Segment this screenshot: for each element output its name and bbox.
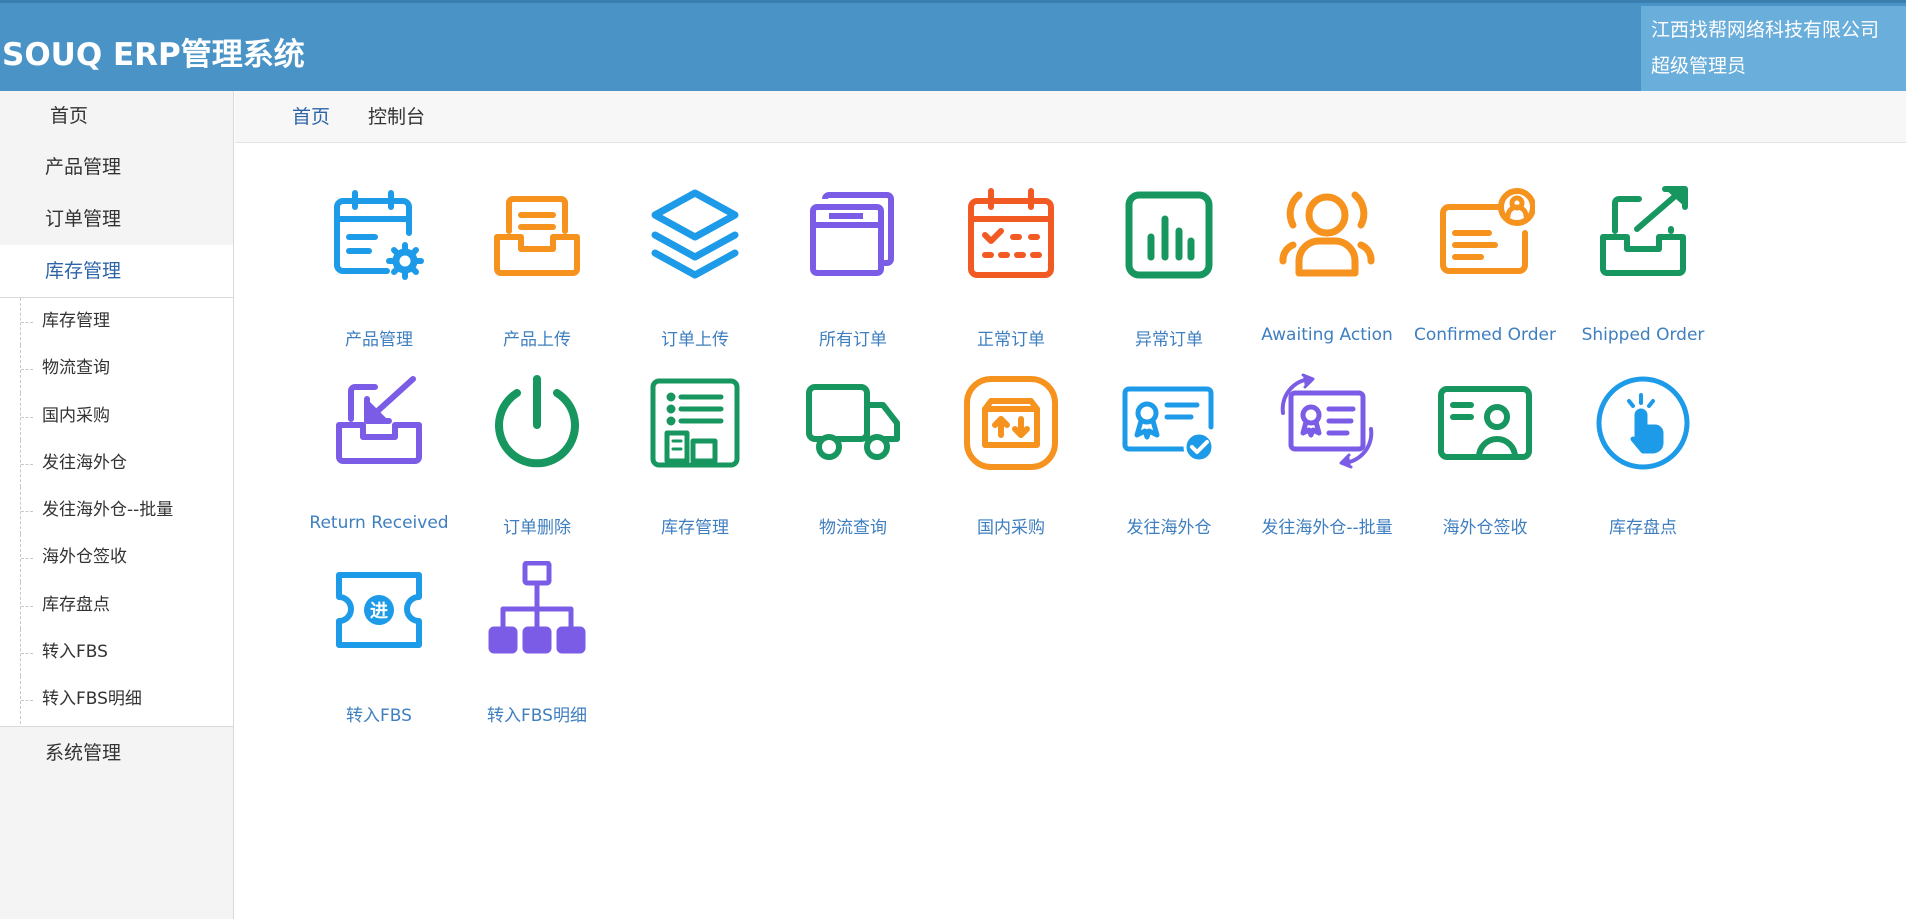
tile-label: Shipped Order [1581, 325, 1705, 345]
inventory-submenu: 库存管理 物流查询 国内采购 发往海外仓 发往海外仓--批量 海外仓签收 库存盘… [0, 297, 233, 727]
submenu-item-domestic-purchase[interactable]: 国内采购 [0, 392, 233, 441]
tile-confirmed-order[interactable]: Confirmed Order [1406, 185, 1564, 345]
tile-label: 转入FBS [346, 706, 412, 726]
tile-label: 发往海外仓 [1126, 518, 1212, 538]
sidebar: 首页 产品管理 订单管理 库存管理 库存管理 物流查询 国内采购 发往海外仓 发… [0, 91, 234, 919]
tile-product-upload[interactable]: 产品上传 [458, 185, 616, 350]
app-title: SOUQ ERP管理系统 [2, 37, 305, 73]
breadcrumb-current: 控制台 [368, 106, 426, 128]
tile-label: Confirmed Order [1414, 325, 1556, 345]
tile-label: 订单删除 [503, 518, 571, 538]
submenu-item-overseas-receipt[interactable]: 海外仓签收 [0, 534, 233, 583]
sidebar-item-orders[interactable]: 订单管理 [0, 193, 233, 245]
tile-order-upload[interactable]: 订单上传 [616, 185, 774, 350]
tile-label: 正常订单 [977, 330, 1045, 350]
tile-shipped-order[interactable]: Shipped Order [1564, 185, 1722, 345]
user-panel[interactable]: 江西找帮网络科技有限公司 超级管理员 [1641, 6, 1906, 94]
box-arrows-icon [964, 376, 1058, 470]
tile-overseas-receipt[interactable]: 海外仓签收 [1406, 373, 1564, 538]
sidebar-item-home[interactable]: 首页 [0, 91, 233, 141]
tile-transfer-fbs[interactable]: 进 转入FBS [300, 561, 458, 726]
tile-ship-overseas[interactable]: 发往海外仓 [1090, 373, 1248, 538]
calendar-check-icon [968, 188, 1054, 278]
outbox-arrow-icon [1600, 186, 1688, 276]
tile-stocktaking[interactable]: 库存盘点 [1564, 373, 1722, 538]
bar-chart-icon [1125, 191, 1213, 279]
user-role: 超级管理员 [1651, 55, 1747, 77]
tile-ship-overseas-batch[interactable]: 发往海外仓--批量 [1248, 373, 1406, 538]
breadcrumb-home-link[interactable]: 首页 [292, 91, 330, 143]
tile-abnormal-orders[interactable]: 异常订单 [1090, 185, 1248, 350]
tile-return-received[interactable]: Return Received [300, 373, 458, 533]
breadcrumb: 首页 控制台 [235, 91, 1906, 143]
calendar-gear-icon [334, 190, 424, 280]
sidebar-item-products[interactable]: 产品管理 [0, 141, 233, 193]
certificate-check-icon [1122, 386, 1215, 463]
tile-logistics-query[interactable]: 物流查询 [774, 373, 932, 538]
submenu-item-ship-overseas[interactable]: 发往海外仓 [0, 439, 233, 488]
org-chart-icon [488, 561, 586, 654]
layers-icon [651, 189, 739, 279]
ticket-icon: 进 [336, 572, 422, 648]
inbox-tray-icon [494, 196, 580, 276]
company-name: 江西找帮网络科技有限公司 [1651, 19, 1880, 41]
user-group-icon [1279, 191, 1375, 277]
sidebar-item-inventory[interactable]: 库存管理 [0, 245, 233, 297]
tile-label: 产品管理 [345, 330, 413, 350]
certificate-sync-icon [1280, 373, 1374, 469]
submenu-item-ship-overseas-batch[interactable]: 发往海外仓--批量 [0, 487, 233, 535]
tile-label: 库存盘点 [1609, 518, 1677, 538]
tap-hand-icon [1596, 376, 1690, 470]
tile-awaiting-action[interactable]: Awaiting Action [1248, 185, 1406, 345]
tile-label: 海外仓签收 [1442, 518, 1528, 538]
tile-order-delete[interactable]: 订单删除 [458, 373, 616, 538]
tile-normal-orders[interactable]: 正常订单 [932, 185, 1090, 350]
building-list-icon [650, 378, 740, 468]
submenu-item-transfer-fbs-detail[interactable]: 转入FBS明细 [0, 676, 233, 724]
submenu-item-inventory-management[interactable]: 库存管理 [0, 298, 233, 346]
submenu-item-logistics-query[interactable]: 物流查询 [0, 345, 233, 393]
tile-domestic-purchase[interactable]: 国内采购 [932, 373, 1090, 538]
tile-inventory-management[interactable]: 库存管理 [616, 373, 774, 538]
submenu-item-transfer-fbs[interactable]: 转入FBS [0, 629, 233, 677]
tile-label: 订单上传 [661, 330, 729, 350]
tile-product-management[interactable]: 产品管理 [300, 185, 458, 350]
profile-card-icon [1438, 386, 1532, 460]
id-card-icon [1440, 188, 1535, 274]
submenu-item-stocktaking[interactable]: 库存盘点 [0, 581, 233, 630]
svg-text:进: 进 [370, 601, 388, 622]
tile-label: 异常订单 [1135, 330, 1203, 350]
windows-stack-icon [810, 192, 894, 276]
tile-all-orders[interactable]: 所有订单 [774, 185, 932, 350]
tile-label: Return Received [309, 513, 449, 533]
power-icon [495, 375, 579, 468]
tile-label: 转入FBS明细 [487, 706, 587, 726]
tile-label: 发往海外仓--批量 [1261, 518, 1393, 538]
tile-label: Awaiting Action [1261, 325, 1393, 345]
inbox-arrow-icon [336, 376, 422, 464]
tile-label: 库存管理 [661, 518, 729, 538]
tile-label: 产品上传 [503, 330, 571, 350]
tile-label: 物流查询 [819, 518, 887, 538]
top-header: SOUQ ERP管理系统 江西找帮网络科技有限公司 超级管理员 [0, 0, 1906, 94]
tile-label: 国内采购 [977, 518, 1045, 538]
sidebar-item-system[interactable]: 系统管理 [0, 727, 233, 779]
tile-label: 所有订单 [819, 330, 887, 350]
tile-transfer-fbs-detail[interactable]: 转入FBS明细 [458, 561, 616, 726]
truck-icon [806, 384, 900, 460]
